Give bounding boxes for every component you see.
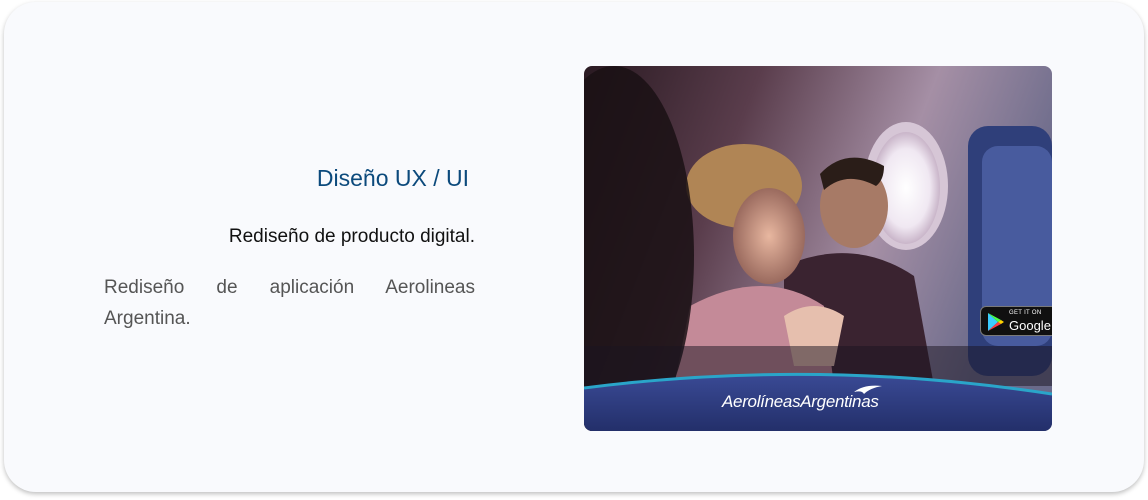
badge-small-text: GET IT ON (1009, 310, 1042, 316)
project-category: Diseño UX / UI (316, 165, 469, 191)
project-description: Rediseño de aplicación Aerolineas Argent… (104, 277, 475, 329)
badge-big-text: Google Play (1009, 318, 1052, 333)
google-play-badge[interactable]: GET IT ON Google Play (980, 306, 1052, 336)
project-subtitle: Rediseño de producto digital. (228, 226, 475, 247)
project-image-link[interactable]: GET IT ON Google Play AerolíneasArgentin… (584, 66, 1052, 431)
project-text: Diseño UX / UI Rediseño de producto digi… (104, 160, 475, 334)
google-play-icon (988, 313, 1004, 331)
bird-logo-icon (854, 385, 882, 394)
project-card: Diseño UX / UI Rediseño de producto digi… (4, 2, 1144, 492)
